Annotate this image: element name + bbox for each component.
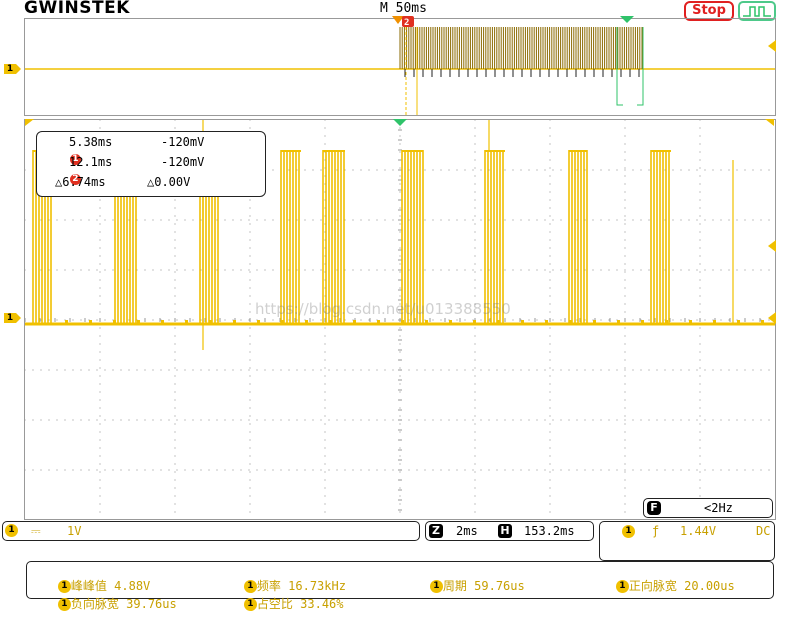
trigger-frequency-box: F <2Hz — [643, 498, 773, 518]
channel-1-scale: 1V — [67, 524, 82, 538]
measurement-item: 1 负向脉宽 39.76us — [29, 581, 177, 626]
trigger-level: 1.44V — [680, 524, 717, 538]
trigger-frequency-value: <2Hz — [704, 501, 733, 515]
right-corner-marker — [765, 119, 774, 126]
horizontal-position: 153.2ms — [524, 524, 575, 538]
measurement-label: 占空比 — [256, 597, 293, 611]
overview-trace — [25, 27, 775, 115]
channel-1-scale-bar[interactable]: 1 ⎓ 1V — [2, 521, 420, 541]
cursor-readout-panel: 1 5.38ms -120mV 2 12.1ms -120mV △6.74ms … — [36, 131, 266, 197]
cursor-1-time: 5.38ms — [69, 135, 113, 149]
trigger-source-icon: 1 — [622, 525, 635, 538]
overview-trigger-marker[interactable] — [620, 16, 634, 24]
main-channel-marker: 1 — [4, 313, 21, 323]
horizontal-position-icon: H — [498, 524, 512, 538]
trigger-position-marker[interactable] — [393, 119, 407, 127]
measurement-item: 1 占空比 33.46% — [215, 581, 344, 626]
trigger-coupling: DC — [756, 524, 771, 538]
measurement-item: 1 周期 59.76us — [401, 563, 525, 608]
measurement-label: 正向脉宽 — [628, 579, 677, 593]
cursor-delta-time: △6.74ms — [55, 175, 106, 189]
overview-level-marker — [768, 40, 776, 52]
trigger-level-marker — [768, 240, 776, 252]
overview-cursor-markers[interactable]: 2 — [390, 14, 420, 28]
cursor-2-voltage: -120mV — [161, 155, 205, 169]
measurement-label: 负向脉宽 — [70, 597, 119, 611]
measurement-value: 39.76us — [126, 597, 177, 611]
measurement-item: 1 正向脉宽 20.00us — [587, 563, 735, 608]
measurement-label: 周期 — [442, 579, 467, 593]
brand-logo: GWINSTEK — [24, 0, 130, 18]
frequency-icon: F — [647, 501, 661, 515]
channel-1-icon: 1 — [5, 524, 18, 537]
left-corner-marker — [25, 119, 34, 126]
measurement-value: 59.76us — [474, 579, 525, 593]
coupling-icon: ⎓ — [31, 524, 41, 538]
watermark: https://blog.csdn.net/u013388550 — [255, 300, 511, 318]
ground-level-marker — [768, 312, 776, 324]
overview-cursor-label: 2 — [404, 18, 409, 28]
measurement-value: 33.46% — [300, 597, 344, 611]
overview-channel-marker: 1 — [4, 64, 21, 74]
waveform-overview[interactable] — [24, 18, 776, 116]
cursor-1-voltage: -120mV — [161, 135, 205, 149]
cursor-delta-voltage: △0.00V — [147, 175, 191, 189]
cursor-2-time: 12.1ms — [69, 155, 113, 169]
timebase-zoom-bar[interactable]: Z 2ms H 153.2ms — [425, 521, 594, 541]
zoom-scale: 2ms — [456, 524, 478, 538]
trigger-settings-box[interactable]: 1 ƒ 1.44V DC — [599, 521, 775, 561]
measurement-value: 20.00us — [684, 579, 735, 593]
trigger-slope-icon: ƒ — [652, 524, 660, 538]
measurement-panel: 1 峰峰值 4.88V 1 频率 16.73kHz 1 周期 59.76us 1 正向脉… — [26, 561, 774, 611]
zoom-icon: Z — [429, 524, 443, 538]
